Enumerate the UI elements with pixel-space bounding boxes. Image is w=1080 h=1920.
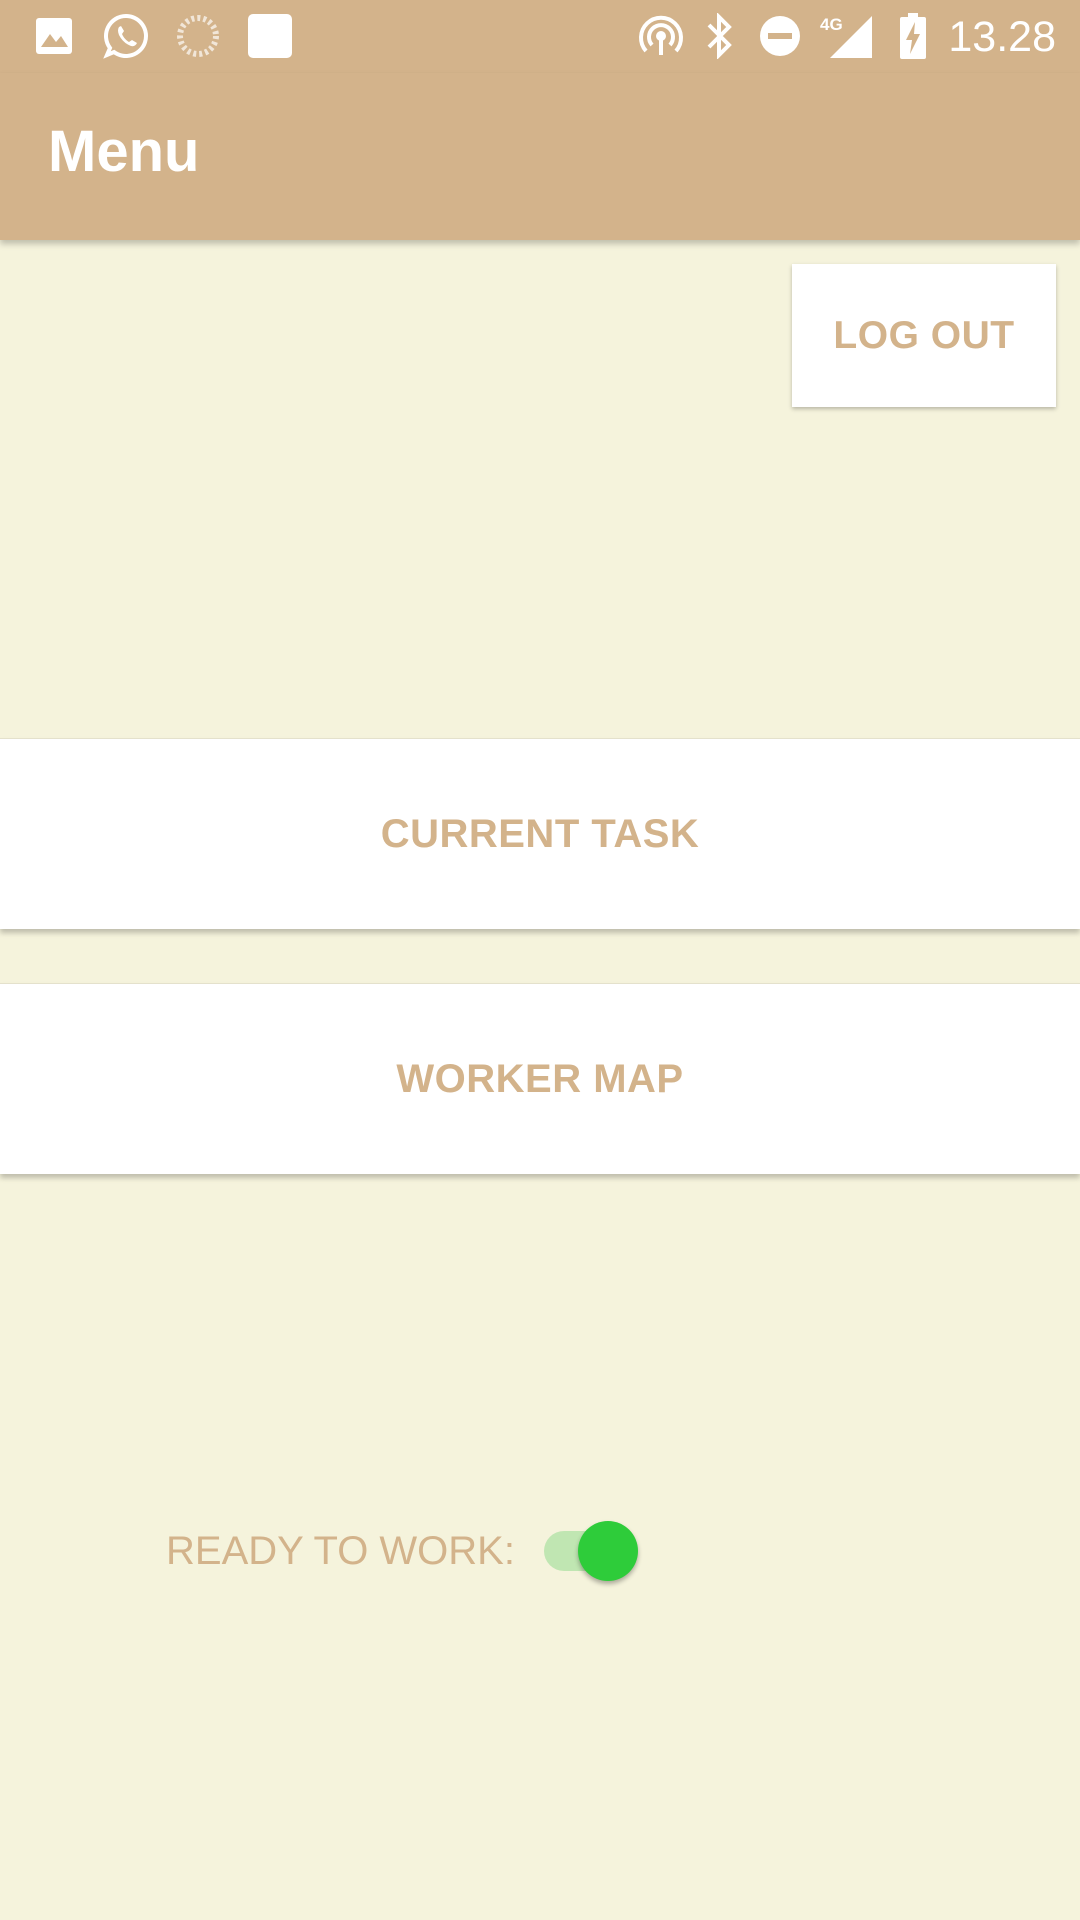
current-task-button[interactable]: CURRENT TASK [0, 738, 1080, 929]
image-icon [30, 12, 78, 60]
hotspot-icon [636, 12, 686, 60]
signal-4g-icon: 4G [818, 12, 874, 60]
menu-screen: 4G 13.28 Menu LOG OUT CURRENT TASK WORKE… [0, 0, 1080, 1920]
square-notification-icon [246, 12, 294, 60]
ready-to-work-label: READY TO WORK: [166, 1529, 515, 1573]
status-bar: 4G 13.28 [0, 0, 1080, 73]
status-time: 13.28 [948, 13, 1056, 61]
bluetooth-icon [700, 12, 740, 60]
logout-button[interactable]: LOG OUT [792, 264, 1056, 407]
do-not-disturb-icon [756, 12, 804, 60]
current-task-label: CURRENT TASK [380, 811, 700, 856]
worker-map-button[interactable]: WORKER MAP [0, 983, 1080, 1174]
whatsapp-icon [100, 12, 152, 60]
page-title: Menu [48, 119, 200, 184]
network-type-text: 4G [820, 15, 843, 34]
ready-to-work-toggle[interactable] [542, 1520, 642, 1582]
app-bar: Menu [0, 73, 1080, 240]
battery-charging-icon [896, 12, 930, 60]
loading-icon [174, 12, 222, 60]
worker-map-label: WORKER MAP [396, 1056, 684, 1101]
toggle-thumb [578, 1521, 638, 1581]
